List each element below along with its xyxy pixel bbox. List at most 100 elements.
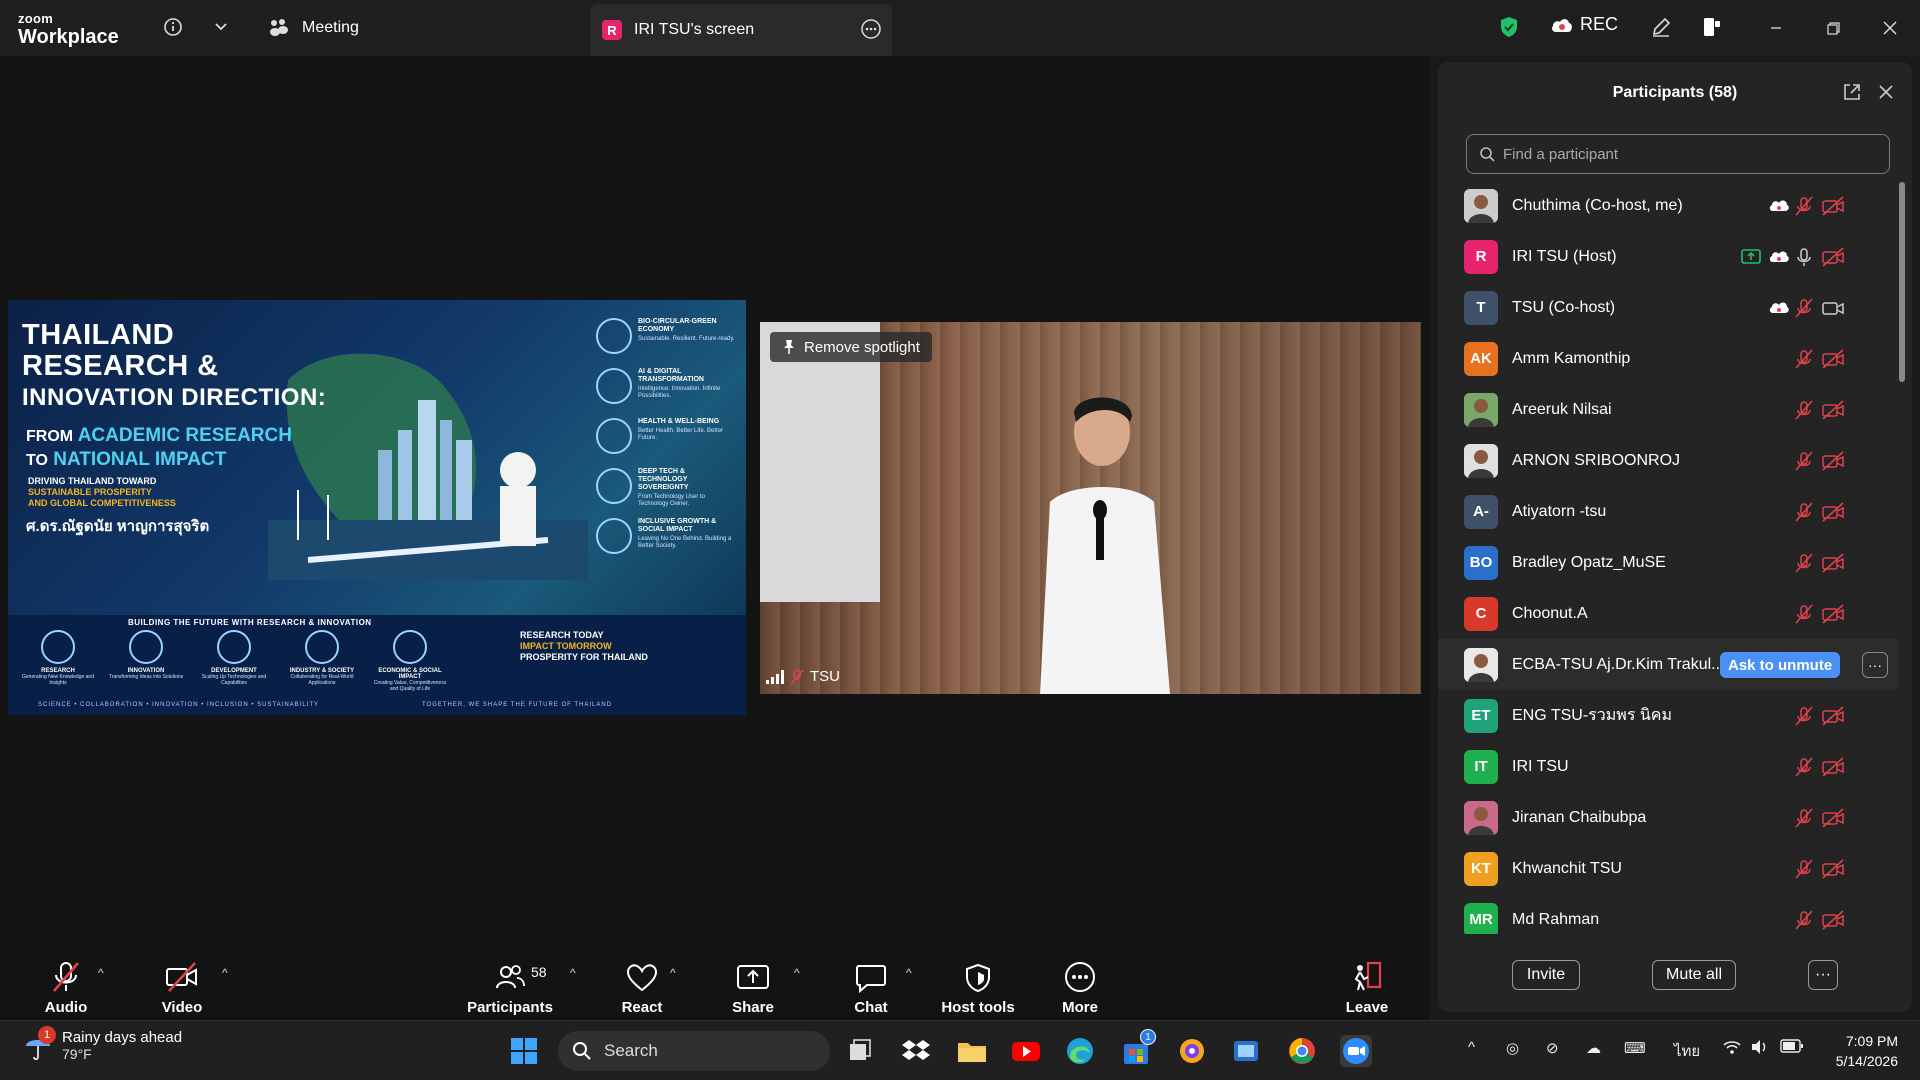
- scrollbar-thumb[interactable]: [1899, 182, 1905, 382]
- file-explorer-icon[interactable]: [956, 1035, 988, 1067]
- share-options-caret[interactable]: ^: [794, 966, 800, 980]
- participant-name: IRI TSU (Host): [1512, 247, 1617, 265]
- participant-row[interactable]: Jiranan Chaibubpa: [1438, 792, 1898, 843]
- mute-all-button[interactable]: Mute all: [1652, 960, 1736, 990]
- participant-row[interactable]: IT IRI TSU: [1438, 741, 1898, 792]
- battery-icon[interactable]: [1780, 1039, 1804, 1057]
- participant-row[interactable]: ARNON SRIBOONROJ: [1438, 435, 1898, 486]
- participant-row[interactable]: BO Bradley Opatz_MuSE: [1438, 537, 1898, 588]
- shared-screen-slide[interactable]: THAILAND RESEARCH & INNOVATION DIRECTION…: [8, 300, 746, 715]
- weather-temp: 79°F: [62, 1046, 92, 1062]
- video-options-caret[interactable]: ^: [222, 966, 228, 980]
- participant-row[interactable]: C Choonut.A: [1438, 588, 1898, 639]
- more-dots-icon: ···: [1815, 966, 1831, 983]
- info-icon[interactable]: [160, 14, 186, 40]
- wifi-icon[interactable]: [1722, 1039, 1742, 1059]
- panel-more-button[interactable]: ···: [1808, 960, 1838, 990]
- recording-indicator[interactable]: REC: [1550, 14, 1618, 35]
- video-off-icon: [1821, 603, 1844, 625]
- more-dots-icon: [1065, 962, 1095, 992]
- security-shield-icon[interactable]: [1496, 14, 1522, 40]
- youtube-icon[interactable]: [1010, 1035, 1042, 1067]
- cloud-record-icon: [1768, 246, 1790, 268]
- heart-icon: [626, 964, 658, 992]
- ask-to-unmute-button[interactable]: Ask to unmute: [1720, 652, 1841, 678]
- focus-title: INCLUSIVE GROWTH & SOCIAL IMPACT: [638, 518, 717, 533]
- participant-name: ECBA-TSU Aj.Dr.Kim Trakul...: [1512, 655, 1725, 673]
- participant-row[interactable]: MR Md Rahman: [1438, 894, 1898, 934]
- apps-sidebar-icon[interactable]: [1699, 14, 1725, 40]
- weather-widget[interactable]: 1 Rainy days ahead 79°F: [24, 1025, 182, 1062]
- windows-start-icon[interactable]: [508, 1035, 540, 1067]
- avatar: KT: [1464, 851, 1498, 886]
- keyboard-tray-icon[interactable]: ⌨: [1624, 1039, 1646, 1057]
- zoom-taskbar-icon[interactable]: [1340, 1035, 1372, 1067]
- participant-row[interactable]: R IRI TSU (Host): [1438, 231, 1898, 282]
- restore-button[interactable]: [1819, 14, 1847, 42]
- participant-more-button[interactable]: ···: [1862, 652, 1888, 678]
- participant-scrollbar[interactable]: [1898, 180, 1906, 940]
- step-desc: Creating Value, Competitiveness and Qual…: [373, 680, 447, 692]
- onedrive-tray-icon[interactable]: ☁: [1586, 1039, 1601, 1057]
- participant-name: ENG TSU-รวมพร นิคม: [1512, 707, 1673, 724]
- participants-options-caret[interactable]: ^: [570, 966, 576, 980]
- mic-muted-icon: [1793, 450, 1815, 472]
- antivirus-tray-icon[interactable]: ◎: [1506, 1039, 1519, 1057]
- chat-options-caret[interactable]: ^: [906, 966, 912, 980]
- participant-row[interactable]: ET ENG TSU-รวมพร นิคม: [1438, 690, 1898, 741]
- more-options-icon[interactable]: [860, 18, 882, 45]
- host-tools-button[interactable]: Host tools: [940, 954, 1016, 1016]
- taskbar-search[interactable]: Search: [558, 1031, 830, 1071]
- participant-row[interactable]: A- Atiyatorn -tsu: [1438, 486, 1898, 537]
- microsoft-store-icon[interactable]: 1: [1120, 1029, 1156, 1067]
- audio-button[interactable]: Audio: [44, 954, 88, 1016]
- mic-muted-icon: [1793, 552, 1815, 574]
- volume-icon[interactable]: [1750, 1039, 1770, 1059]
- participant-row[interactable]: Chuthima (Co-host, me): [1438, 180, 1898, 231]
- taskbar-clock[interactable]: 7:09 PM 5/14/2026: [1818, 1031, 1898, 1071]
- participant-row[interactable]: Areeruk Nilsai: [1438, 384, 1898, 435]
- handshake-icon: [305, 630, 339, 664]
- task-view-icon[interactable]: [844, 1035, 876, 1067]
- show-hidden-icons[interactable]: ^: [1468, 1039, 1475, 1056]
- chrome-icon[interactable]: [1286, 1035, 1318, 1067]
- video-label: Video: [161, 999, 203, 1016]
- participant-row[interactable]: AK Amm Kamonthip: [1438, 333, 1898, 384]
- language-indicator[interactable]: ไทย: [1674, 1039, 1700, 1063]
- tab-meeting[interactable]: Meeting: [268, 12, 359, 44]
- chevron-down-icon[interactable]: [208, 14, 234, 40]
- participant-row[interactable]: ECBA-TSU Aj.Dr.Kim Trakul... Ask to unmut…: [1438, 639, 1898, 690]
- video-off-icon: [1821, 348, 1844, 370]
- edge-browser-icon[interactable]: [1064, 1035, 1096, 1067]
- remove-spotlight-button[interactable]: Remove spotlight: [770, 332, 932, 362]
- close-window-button[interactable]: [1876, 14, 1904, 42]
- close-icon[interactable]: [1876, 82, 1896, 107]
- mic-muted-icon: [53, 962, 79, 992]
- pop-out-icon[interactable]: [1842, 82, 1862, 107]
- slide-today: RESEARCH TODAY IMPACT TOMORROW PROSPERIT…: [520, 630, 648, 663]
- dropbox-icon[interactable]: [900, 1035, 932, 1067]
- participant-row[interactable]: T TSU (Co-host): [1438, 282, 1898, 333]
- react-options-caret[interactable]: ^: [670, 966, 676, 980]
- video-button[interactable]: Video: [158, 954, 206, 1016]
- participant-search-input[interactable]: Find a participant: [1466, 134, 1890, 174]
- leave-button[interactable]: Leave: [1346, 954, 1388, 1016]
- more-button[interactable]: More: [1058, 954, 1102, 1016]
- snipping-tool-icon[interactable]: [1230, 1035, 1262, 1067]
- slide-sustainable: SUSTAINABLE PROSPERITY: [28, 487, 152, 497]
- chat-button[interactable]: Chat: [850, 954, 892, 1016]
- network-off-tray-icon[interactable]: ⊘: [1546, 1039, 1559, 1057]
- invite-button[interactable]: Invite: [1512, 960, 1580, 990]
- react-button[interactable]: React: [620, 954, 664, 1016]
- participant-name: Choonut.A: [1512, 604, 1588, 622]
- share-button[interactable]: Share: [730, 954, 776, 1016]
- copilot-icon[interactable]: [1176, 1035, 1208, 1067]
- annotate-pen-icon[interactable]: [1648, 14, 1674, 40]
- slide-steps: RESEARCH Generating New Knowledge and Ins…: [18, 630, 450, 692]
- spotlight-video[interactable]: [760, 322, 1421, 694]
- tab-shared-screen[interactable]: R IRI TSU's screen: [590, 4, 892, 56]
- participant-row[interactable]: KT Khwanchit TSU: [1438, 843, 1898, 894]
- video-off-icon: [1821, 501, 1844, 523]
- audio-options-caret[interactable]: ^: [98, 966, 104, 980]
- minimize-button[interactable]: [1762, 14, 1790, 42]
